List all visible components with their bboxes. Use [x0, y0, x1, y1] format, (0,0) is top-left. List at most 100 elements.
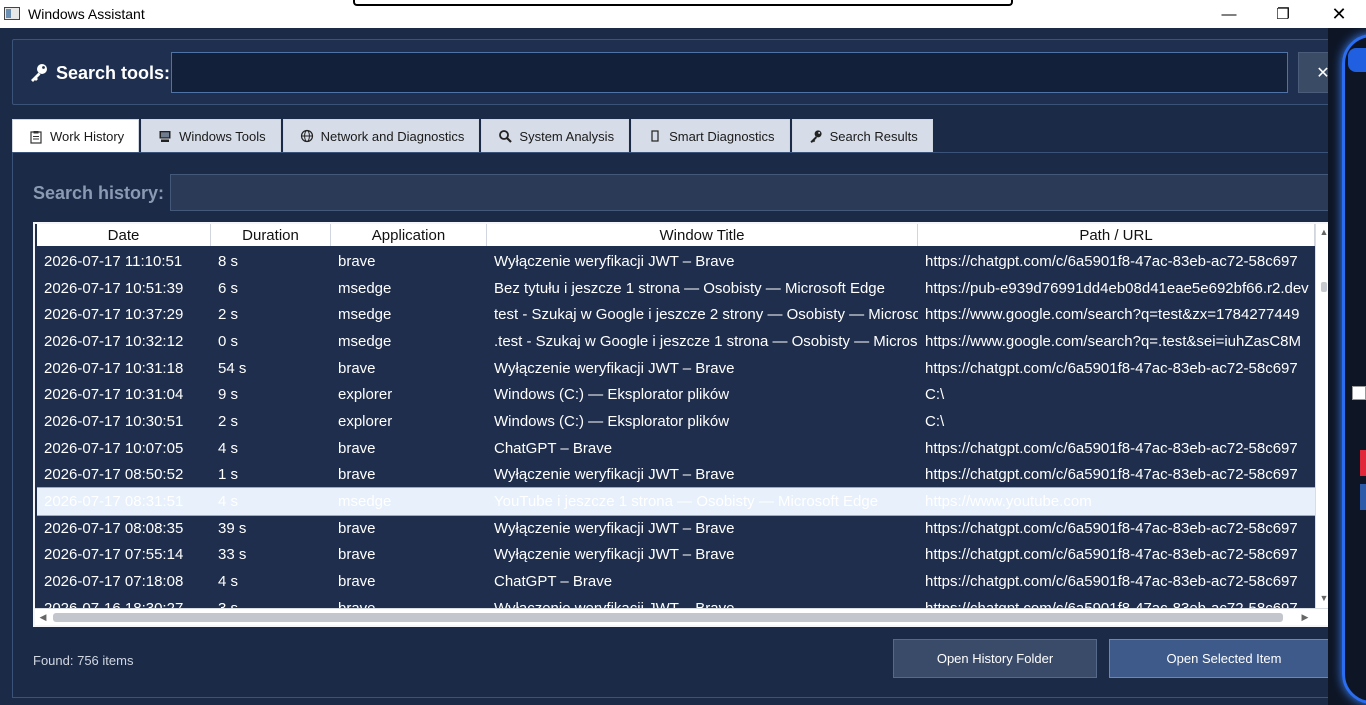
cell-duration: 33 s	[218, 546, 247, 564]
close-button[interactable]: ✕	[1314, 0, 1364, 28]
cell-date: 2026-07-17 10:31:18	[44, 359, 184, 377]
scroll-left-arrow-icon[interactable]: ◀	[35, 609, 51, 625]
background-window	[1328, 28, 1366, 705]
cell-window-title: Bez tytułu i jeszcze 1 strona — Osobisty…	[494, 279, 885, 297]
cell-duration: 6 s	[218, 279, 239, 297]
vertical-scroll-thumb[interactable]	[1321, 282, 1327, 292]
search-tools-panel: Search tools: ✕	[12, 39, 1348, 105]
tab-network-diagnostics[interactable]: Network and Diagnostics	[282, 119, 480, 153]
globe-icon	[300, 129, 313, 143]
table-row[interactable]: 2026-07-17 10:07:05 4 s brave ChatGPT – Bra…	[37, 435, 1315, 462]
cell-duration: 8 s	[218, 252, 239, 270]
column-header-date[interactable]: Date	[37, 224, 211, 246]
cell-window-title: Wyłączenie weryfikacji JWT – Brave	[487, 600, 918, 608]
cell-duration: 4 s	[218, 439, 239, 457]
table-row[interactable]: 2026-07-17 10:31:18 54 s brave Wyłączenie w…	[37, 355, 1315, 382]
table-row[interactable]: 2026-07-17 10:51:39 6 s msedge Bez tytułu i…	[37, 275, 1315, 302]
column-header-window-title[interactable]: Window Title	[487, 224, 918, 246]
work-history-panel: Search history: Date Duration Applicatio…	[12, 152, 1345, 698]
cell-application: brave	[338, 519, 376, 537]
open-selected-item-button[interactable]: Open Selected Item	[1109, 639, 1339, 678]
cell-application: brave	[338, 466, 376, 484]
column-header-path-url[interactable]: Path / URL	[918, 224, 1315, 246]
table-row[interactable]: 2026-07-17 07:55:14 33 s brave Wyłączenie w…	[37, 542, 1315, 569]
table-row[interactable]: 2026-07-17 11:10:51 8 s brave Wyłączenie we…	[37, 248, 1315, 275]
cell-path-url: https://pub-e939d76991dd4eb08d41eae5e692…	[925, 279, 1309, 297]
tab-work-history[interactable]: Work History	[12, 119, 140, 154]
table-row[interactable]: 2026-07-17 10:32:12 0 s msedge .test - Szuk…	[37, 328, 1315, 355]
maximize-button[interactable]: ❐	[1258, 0, 1308, 28]
box-icon	[651, 130, 659, 142]
tab-system-analysis[interactable]: System Analysis	[481, 119, 630, 153]
tab-windows-tools[interactable]: Windows Tools	[141, 119, 281, 153]
tab-search-results[interactable]: Search Results	[791, 119, 933, 153]
open-history-folder-button[interactable]: Open History Folder	[893, 639, 1097, 678]
cell-window-title: Wyłączenie weryfikacji JWT – Brave	[494, 519, 735, 537]
cell-duration: 9 s	[218, 386, 239, 404]
cell-path-url: https://chatgpt.com/c/6a5901f8-47ac-83eb…	[925, 466, 1298, 484]
cell-date: 2026-07-17 10:32:12	[44, 332, 184, 350]
cell-duration: 3 s	[211, 600, 331, 608]
tab-bar: Work History Windows Tools Network and D…	[12, 119, 935, 154]
search-tools-label: Search tools:	[56, 63, 171, 83]
table-row[interactable]: 2026-07-17 10:31:04 9 s explorer Windows (C…	[37, 381, 1315, 408]
column-header-application[interactable]: Application	[331, 224, 487, 246]
table-row[interactable]: 2026-07-17 07:18:08 4 s brave ChatGPT – Bra…	[37, 568, 1315, 595]
clipboard-icon	[30, 130, 42, 144]
cell-path-url: https://www.google.com/search?q=.test&se…	[925, 332, 1302, 350]
cell-date: 2026-07-17 10:51:39	[44, 279, 184, 297]
cell-window-title: YouTube i jeszcze 1 strona — Osobisty — …	[494, 493, 879, 511]
cell-date: 2026-07-17 11:10:51	[44, 252, 183, 270]
history-table: Date Duration Application Window Title P…	[33, 222, 1333, 627]
cell-application: brave	[338, 546, 376, 564]
tab-label: Network and Diagnostics	[320, 128, 465, 144]
cell-duration: 1 s	[218, 466, 239, 484]
scroll-right-arrow-icon[interactable]: ▶	[1297, 609, 1313, 625]
table-row[interactable]: 2026-07-17 08:50:52 1 s brave Wyłączenie we…	[37, 462, 1315, 489]
cell-application: brave	[338, 573, 376, 591]
drag-handle[interactable]	[353, 0, 1013, 6]
window-title: Windows Assistant	[28, 6, 145, 22]
table-row[interactable]: 2026-07-17 08:31:51 4 s msedge YouTube i je…	[37, 487, 1315, 516]
cell-path-url: C:\	[925, 412, 945, 430]
cell-date: 2026-07-16 18:30:27	[37, 600, 211, 608]
table-row[interactable]: 2026-07-16 18:30:273 sbraveWyłączenie we…	[37, 595, 1315, 608]
cell-date: 2026-07-17 10:30:51	[44, 412, 184, 430]
cell-application: brave	[338, 439, 376, 457]
search-tools-input[interactable]	[171, 52, 1288, 93]
table-row[interactable]: 2026-07-17 10:37:29 2 s msedge test - Szuka…	[37, 301, 1315, 328]
cell-path-url: https://www.youtube.com	[925, 493, 1092, 511]
tab-smart-diagnostics[interactable]: Smart Diagnostics	[631, 119, 790, 153]
cell-duration: 4 s	[218, 493, 239, 511]
table-row[interactable]: 2026-07-17 08:08:35 39 s brave Wyłączenie w…	[37, 515, 1315, 542]
cell-date: 2026-07-17 07:18:08	[44, 573, 184, 591]
title-bar: Windows Assistant — ❐ ✕	[0, 0, 1366, 28]
main-area: Search tools: ✕ Work History Windows Too…	[0, 28, 1366, 705]
cell-duration: 54 s	[218, 359, 247, 377]
cell-duration: 2 s	[218, 306, 239, 324]
cell-path-url: https://chatgpt.com/c/6a5901f8-47ac-83eb…	[925, 359, 1298, 377]
cell-window-title: Wyłączenie weryfikacji JWT – Brave	[494, 359, 735, 377]
column-header-duration[interactable]: Duration	[211, 224, 331, 246]
horizontal-scrollbar[interactable]: ◀ ▶	[35, 608, 1331, 625]
minimize-button[interactable]: —	[1204, 0, 1254, 28]
cell-window-title: ChatGPT – Brave	[494, 573, 613, 591]
search-history-input[interactable]	[170, 174, 1345, 211]
table-row[interactable]: 2026-07-17 10:30:51 2 s explorer Windows (C…	[37, 408, 1315, 435]
cell-application: msedge	[338, 306, 392, 324]
tab-label: System Analysis	[519, 128, 615, 144]
tab-label: Windows Tools	[179, 128, 266, 144]
tab-label: Search Results	[829, 128, 918, 144]
horizontal-scroll-thumb[interactable]	[53, 613, 1283, 622]
cell-path-url: https://chatgpt.com/c/6a5901f8-47ac-83eb…	[925, 439, 1298, 457]
cell-path-url: https://chatgpt.com/c/6a5901f8-47ac-83eb…	[925, 546, 1298, 564]
cell-application: brave	[331, 600, 487, 608]
cell-application: msedge	[338, 279, 392, 297]
cell-window-title: .test - Szukaj w Google i jeszcze 1 stro…	[494, 332, 918, 350]
cell-date: 2026-07-17 10:31:04	[44, 386, 184, 404]
cell-date: 2026-07-17 08:50:52	[44, 466, 184, 484]
cell-date: 2026-07-17 07:55:14	[44, 546, 184, 564]
cell-window-title: Windows (C:) — Eksplorator plików	[494, 386, 730, 404]
cell-window-title: ChatGPT – Brave	[494, 439, 613, 457]
cell-date: 2026-07-17 10:37:29	[44, 306, 184, 324]
